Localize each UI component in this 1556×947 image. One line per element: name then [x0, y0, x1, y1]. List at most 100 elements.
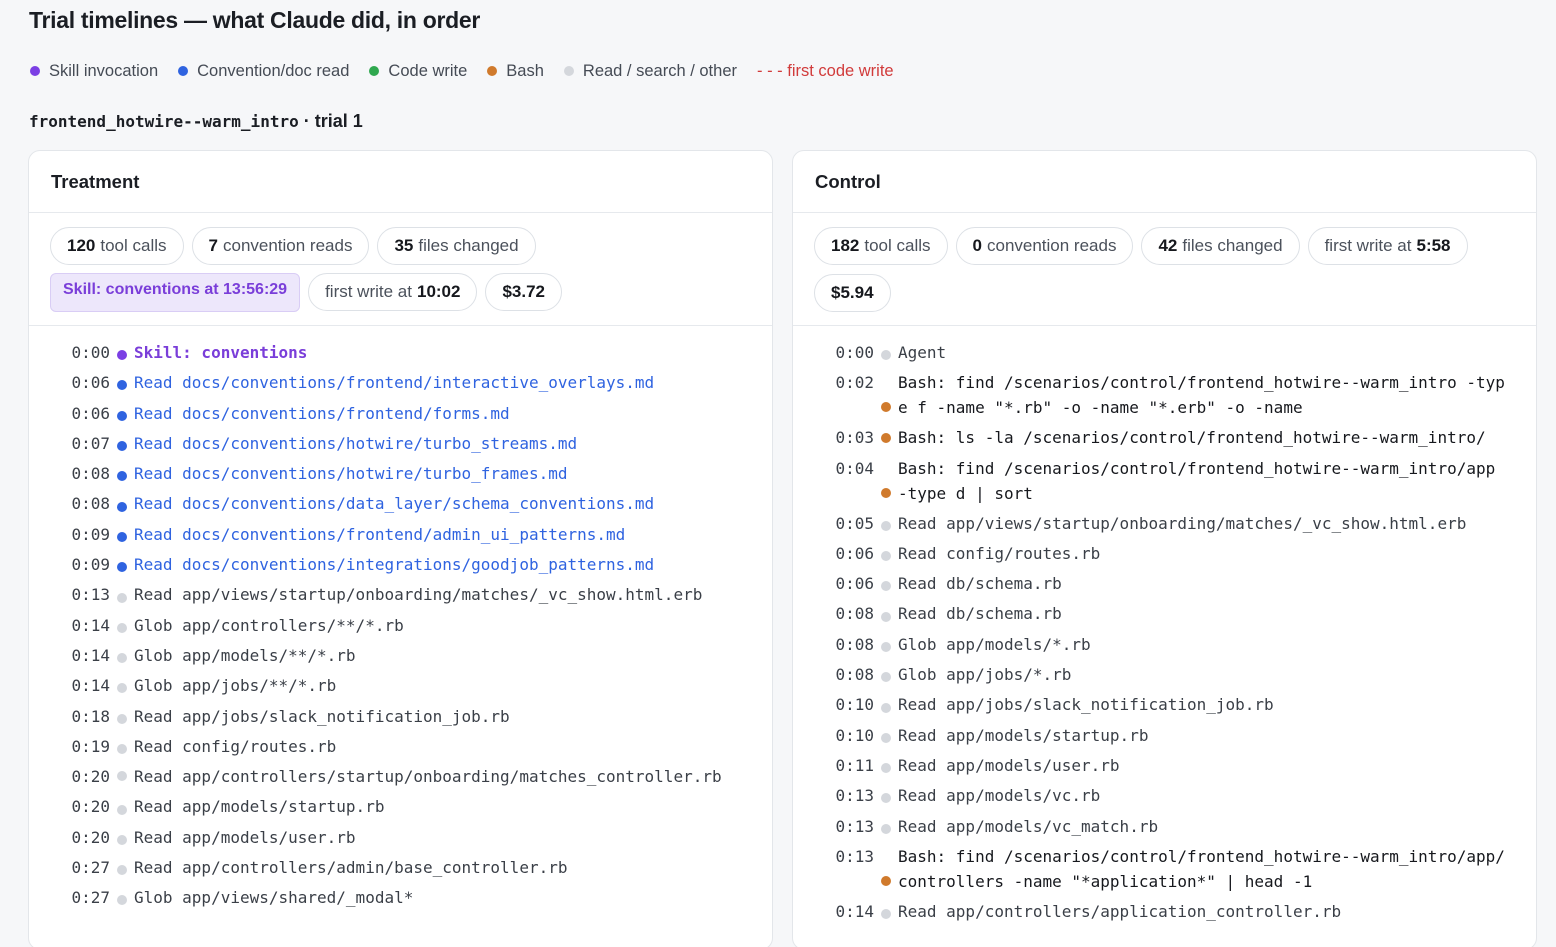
- treatment-panel: Treatment 120 tool calls 7 convention read…: [28, 150, 773, 947]
- dot-icon: [563, 66, 574, 76]
- dot-icon: [117, 713, 127, 724]
- dot-icon: [117, 744, 127, 754]
- event-dot-cell: [874, 487, 898, 506]
- timeline-event: 0:19 Read config/routes.rb: [29, 734, 772, 764]
- dot-icon: [117, 653, 127, 664]
- treatment-timeline: 0:00 Skill: conventions 0:06 Read docs/conv…: [29, 326, 772, 916]
- event-dot-cell: [110, 592, 134, 603]
- event-time: 0:08: [835, 634, 874, 654]
- event-time: 0:00: [71, 343, 110, 362]
- dot-icon: [881, 875, 891, 886]
- event-dot-cell: [874, 823, 898, 834]
- stat-value: 120: [67, 236, 96, 255]
- dot-icon: [117, 865, 127, 876]
- legend-label: Bash: [506, 61, 544, 80]
- dot-icon: [117, 350, 127, 361]
- event-dot-cell: [110, 350, 134, 361]
- timeline-event: 0:13 Read app/views/startup/onboarding/ma…: [29, 582, 772, 612]
- event-text: Bash: find /scenarios/control/frontend_h…: [898, 373, 1505, 418]
- dot-icon: [881, 611, 891, 622]
- event-text: Read config/routes.rb: [898, 543, 1101, 563]
- timeline-event: 0:08 Glob app/models/*.rb: [793, 632, 1536, 662]
- dot-icon: [117, 501, 127, 512]
- event-dot-cell: [110, 380, 134, 391]
- stat-label: tool calls: [864, 236, 931, 255]
- dot-icon: [117, 410, 127, 421]
- event-time: 0:18: [71, 706, 110, 726]
- timeline-event: 0:14 Read app/controllers/application_con…: [793, 899, 1536, 929]
- cost-chip: $3.72: [485, 273, 563, 311]
- dot-icon: [117, 562, 127, 573]
- dot-icon: [881, 350, 891, 361]
- timeline-event: 0:14 Glob app/models/**/*.rb: [29, 643, 772, 673]
- timeline-event: 0:06 Read docs/conventions/frontend/inter…: [29, 370, 772, 400]
- event-text: Skill: conventions: [134, 343, 308, 362]
- page-title: Trial timelines — what Claude did, in or…: [29, 7, 481, 33]
- event-text: Read docs/conventions/hotwire/turbo_stre…: [134, 433, 578, 453]
- event-text: Glob app/jobs/**/*.rb: [134, 676, 337, 696]
- event-time: 0:13: [71, 585, 110, 605]
- separator: ·: [303, 111, 310, 131]
- files-changed-chip: 42 files changed: [1141, 227, 1300, 265]
- event-text: Read docs/conventions/frontend/admin_ui_…: [134, 524, 626, 544]
- legend-first-write: - - - first code write: [757, 61, 894, 80]
- dot-icon: [117, 683, 127, 694]
- event-time: 0:09: [71, 524, 110, 544]
- event-dot-cell: [110, 683, 134, 694]
- event-time: 0:13: [835, 816, 874, 836]
- event-text: Read app/jobs/slack_notification_job.rb: [898, 695, 1274, 715]
- stat-label: files changed: [1182, 236, 1283, 255]
- event-time: 0:10: [835, 695, 874, 715]
- trial-label: trial 1: [314, 111, 363, 131]
- timeline-event: 0:06 Read config/routes.rb: [793, 541, 1536, 571]
- event-time: 0:05: [835, 513, 874, 533]
- event-time: 0:06: [71, 403, 110, 423]
- timeline-event: 0:04 Bash: find /scenarios/control/fronte…: [793, 456, 1536, 511]
- event-time: 0:06: [835, 574, 874, 594]
- event-dot-cell: [874, 909, 898, 919]
- control-stats: 182 tool calls 0 convention reads 42 files …: [793, 213, 1536, 326]
- event-dot-cell: [110, 834, 134, 845]
- dot-icon: [881, 432, 891, 443]
- event-text: Read db/schema.rb: [898, 574, 1062, 594]
- event-dot-cell: [874, 432, 898, 451]
- event-text: Read docs/conventions/integrations/goodj…: [134, 555, 655, 575]
- event-dot-cell: [110, 804, 134, 815]
- timeline-event: 0:05 Read app/views/startup/onboarding/ma…: [793, 511, 1536, 541]
- event-time: 0:11: [835, 755, 874, 775]
- dot-icon: [117, 895, 127, 906]
- event-text: Read docs/conventions/frontend/interacti…: [134, 373, 655, 393]
- event-text: Read app/controllers/admin/base_controll…: [134, 858, 568, 878]
- dot-icon: [881, 732, 891, 743]
- event-dot-cell: [874, 402, 898, 420]
- dot-icon: [881, 909, 891, 919]
- event-text: Read app/models/user.rb: [898, 755, 1120, 775]
- timeline-event: 0:18 Read app/jobs/slack_notification_job…: [29, 704, 772, 734]
- event-text: Bash: find /scenarios/control/frontend_h…: [898, 458, 1496, 503]
- timeline-event: 0:13 Read app/models/vc_match.rb: [793, 814, 1536, 844]
- stat-value: $5.94: [831, 282, 874, 302]
- timeline-event: 0:07 Read docs/conventions/hotwire/turbo_…: [29, 431, 772, 461]
- event-dot-cell: [110, 744, 134, 754]
- event-time: 0:06: [71, 373, 110, 393]
- convention-reads-chip: 0 convention reads: [955, 227, 1134, 265]
- dot-icon: [881, 487, 891, 498]
- event-time: 0:14: [835, 901, 874, 921]
- stat-label: first write at: [1324, 236, 1412, 255]
- event-text: Glob app/models/**/*.rb: [134, 645, 356, 665]
- dot-icon: [369, 66, 380, 76]
- skill-badge: Skill: conventions at 13:56:29: [50, 273, 301, 312]
- legend: Skill invocation Convention/doc read Cod…: [30, 60, 894, 82]
- event-text: Read app/views/startup/onboarding/matche…: [134, 585, 703, 605]
- event-dot-cell: [874, 641, 898, 652]
- event-time: 0:13: [835, 786, 874, 806]
- tool-calls-chip: 120 tool calls: [50, 227, 184, 265]
- event-dot-cell: [874, 875, 898, 894]
- stat-label: convention reads: [222, 236, 353, 255]
- event-time: 0:19: [71, 736, 110, 756]
- event-time: 0:08: [835, 665, 874, 685]
- event-time: 0:08: [71, 494, 110, 514]
- timeline-event: 0:03 Bash: ls -la /scenarios/control/fron…: [793, 425, 1536, 455]
- event-time: 0:14: [71, 676, 110, 696]
- control-timeline: 0:00 Agent 0:02 Bash: find /scenarios/contr…: [793, 326, 1536, 929]
